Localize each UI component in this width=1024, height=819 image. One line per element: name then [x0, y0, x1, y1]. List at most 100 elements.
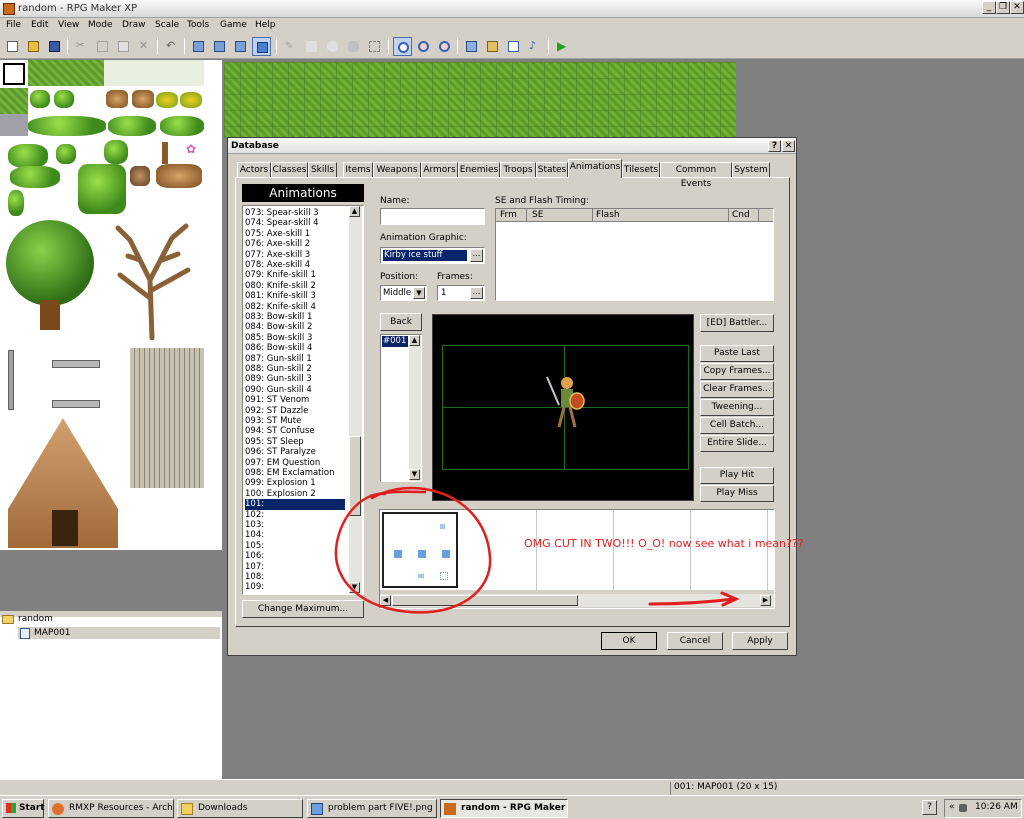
- scroll-up-arrow[interactable]: ▲: [409, 335, 420, 346]
- map-tree-panel[interactable]: random MAP001: [0, 610, 222, 780]
- copy-button[interactable]: [93, 37, 112, 56]
- tab-tilesets[interactable]: Tilesets: [622, 162, 660, 178]
- database-button[interactable]: [462, 37, 481, 56]
- frames-browse-button[interactable]: …: [470, 287, 483, 299]
- frames-field[interactable]: 1 …: [437, 285, 485, 301]
- animation-list-item[interactable]: 082: Knife-skill 4: [245, 302, 345, 312]
- undo-button[interactable]: ↶: [162, 37, 181, 56]
- rectangle-button[interactable]: [302, 37, 321, 56]
- layer2-button[interactable]: [210, 37, 229, 56]
- frame-item[interactable]: #001: [382, 336, 408, 347]
- pencil-button[interactable]: ✎: [281, 37, 300, 56]
- animation-list-item[interactable]: 091: ST Venom: [245, 395, 345, 405]
- tray-expand-icon[interactable]: «: [949, 802, 955, 812]
- animation-list-item[interactable]: 095: ST Sleep: [245, 437, 345, 447]
- menu-edit[interactable]: Edit: [31, 20, 48, 30]
- help-button[interactable]: ?: [768, 140, 781, 152]
- apply-button[interactable]: Apply: [732, 632, 788, 650]
- events-layer-button[interactable]: [252, 37, 271, 56]
- animation-list-item[interactable]: 081: Knife-skill 3: [245, 291, 345, 301]
- animation-list-item[interactable]: 090: Gun-skill 4: [245, 385, 345, 395]
- start-button[interactable]: Start: [2, 799, 45, 818]
- tab-enemies[interactable]: Enemies: [458, 162, 500, 178]
- animation-list-item[interactable]: 097: EM Question: [245, 458, 345, 468]
- close-dialog-button[interactable]: ✕: [782, 140, 795, 152]
- tab-classes[interactable]: Classes: [271, 162, 308, 178]
- volume-icon[interactable]: [959, 804, 967, 812]
- tab-troops[interactable]: Troops: [500, 162, 536, 178]
- menu-tools[interactable]: Tools: [187, 20, 209, 30]
- help-icon[interactable]: ?: [922, 800, 937, 815]
- script-editor-button[interactable]: [504, 37, 523, 56]
- flood-fill-button[interactable]: [344, 37, 363, 56]
- tab-animations[interactable]: Animations: [568, 159, 622, 178]
- delete-button[interactable]: ✕: [135, 37, 154, 56]
- animation-list-item[interactable]: 085: Bow-skill 3: [245, 333, 345, 343]
- tab-states[interactable]: States: [536, 162, 568, 178]
- animation-list-item[interactable]: 073: Spear-skill 3: [245, 208, 345, 218]
- minimize-button[interactable]: _: [982, 1, 996, 14]
- menu-game[interactable]: Game: [220, 20, 247, 30]
- layer3-button[interactable]: [231, 37, 250, 56]
- ed-battler-button[interactable]: [ED] Battler...: [700, 314, 774, 332]
- animation-graphic-field[interactable]: Kirby ice stuff …: [380, 247, 485, 264]
- scroll-down-arrow[interactable]: ▼: [409, 469, 420, 480]
- name-input[interactable]: [380, 208, 485, 225]
- frame-list-scrollbar[interactable]: ▲ ▼: [409, 335, 421, 481]
- ok-button[interactable]: OK: [601, 632, 657, 650]
- browse-graphic-button[interactable]: …: [470, 249, 483, 262]
- taskbar-item-image[interactable]: problem part FIVE!.png (...: [307, 799, 437, 818]
- map-tree-item[interactable]: MAP001: [18, 627, 220, 639]
- animation-list-item[interactable]: 075: Axe-skill 1: [245, 229, 345, 239]
- tab-armors[interactable]: Armors: [421, 162, 458, 178]
- animation-list-item[interactable]: 079: Knife-skill 1: [245, 270, 345, 280]
- animation-list-item[interactable]: 088: Gun-skill 2: [245, 364, 345, 374]
- animation-list-item[interactable]: 098: EM Exclamation: [245, 468, 345, 478]
- se-flash-timing-table[interactable]: Frm SE Flash Cnd: [495, 208, 774, 301]
- tab-common-events[interactable]: Common Events: [660, 162, 732, 189]
- animation-list-item[interactable]: 080: Knife-skill 2: [245, 281, 345, 291]
- menu-scale[interactable]: Scale: [155, 20, 179, 30]
- animation-list-item[interactable]: 076: Axe-skill 2: [245, 239, 345, 249]
- new-project-button[interactable]: [3, 37, 22, 56]
- clear-frames-button[interactable]: Clear Frames...: [700, 381, 774, 398]
- materialbase-button[interactable]: [483, 37, 502, 56]
- cut-button[interactable]: ✂: [72, 37, 91, 56]
- animation-list-item[interactable]: 093: ST Mute: [245, 416, 345, 426]
- zoom-1-2-button[interactable]: [414, 37, 433, 56]
- paste-button[interactable]: [114, 37, 133, 56]
- menu-draw[interactable]: Draw: [122, 20, 146, 30]
- scroll-up-arrow[interactable]: ▲: [349, 206, 360, 217]
- animation-list-item[interactable]: 083: Bow-skill 1: [245, 312, 345, 322]
- cell-batch-button[interactable]: Cell Batch...: [700, 417, 774, 434]
- animation-list-item[interactable]: 074: Spear-skill 4: [245, 218, 345, 228]
- animation-list-item[interactable]: 087: Gun-skill 1: [245, 354, 345, 364]
- tab-actors[interactable]: Actors: [237, 162, 271, 178]
- animation-list-item[interactable]: 086: Bow-skill 4: [245, 343, 345, 353]
- tab-weapons[interactable]: Weapons: [373, 162, 421, 178]
- ellipse-button[interactable]: [323, 37, 342, 56]
- tab-system[interactable]: System: [732, 162, 770, 178]
- taskbar-item-browser[interactable]: RMXP Resources - Archiv...: [48, 799, 174, 818]
- animation-list-item[interactable]: 084: Bow-skill 2: [245, 322, 345, 332]
- tab-skills[interactable]: Skills: [308, 162, 337, 178]
- tweening-button[interactable]: Tweening...: [700, 399, 774, 416]
- menu-mode[interactable]: Mode: [88, 20, 113, 30]
- taskbar-item-downloads[interactable]: Downloads: [177, 799, 303, 818]
- taskbar-item-rpgmaker[interactable]: random - RPG Maker ...: [440, 799, 568, 818]
- copy-frames-button[interactable]: Copy Frames...: [700, 363, 774, 380]
- layer1-button[interactable]: [189, 37, 208, 56]
- menu-file[interactable]: File: [6, 20, 21, 30]
- select-button[interactable]: [365, 37, 384, 56]
- map-tree-root[interactable]: random: [2, 614, 53, 624]
- close-button[interactable]: ✕: [1010, 1, 1024, 14]
- zoom-1-4-button[interactable]: [435, 37, 454, 56]
- animation-list-item[interactable]: 078: Axe-skill 4: [245, 260, 345, 270]
- chevron-down-icon[interactable]: ▼: [413, 287, 425, 299]
- tileset-palette[interactable]: ✿: [0, 60, 222, 550]
- animation-list-item[interactable]: 077: Axe-skill 3: [245, 250, 345, 260]
- tab-items[interactable]: Items: [343, 162, 373, 178]
- position-select[interactable]: Middle ▼: [380, 285, 427, 301]
- open-project-button[interactable]: [24, 37, 43, 56]
- animation-list-item[interactable]: 096: ST Paralyze: [245, 447, 345, 457]
